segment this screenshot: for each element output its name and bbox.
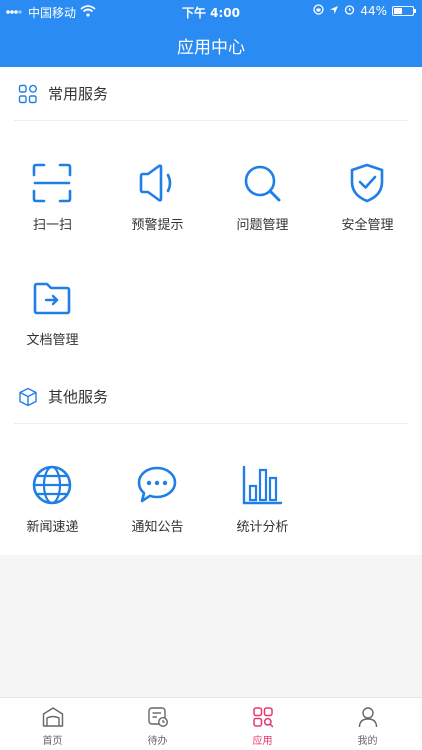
app-label: 问题管理 xyxy=(236,218,289,233)
app-security[interactable]: 安全管理 xyxy=(315,162,420,272)
app-label: 预警提示 xyxy=(131,218,184,233)
apps-icon xyxy=(253,707,274,728)
status-bar: 中国移动 下午 4:00 44% xyxy=(0,0,422,22)
cube-icon xyxy=(19,387,37,407)
tab-label: 待办 xyxy=(147,736,168,747)
battery-icon xyxy=(392,6,416,16)
app-issues[interactable]: 问题管理 xyxy=(210,162,315,272)
bottom-tab-bar: 首页 待办 应用 我的 xyxy=(0,697,422,750)
grid-icon xyxy=(18,84,37,104)
alarm-icon xyxy=(344,4,355,18)
app-alert[interactable]: 预警提示 xyxy=(105,162,210,272)
bar-chart-icon xyxy=(242,465,283,505)
battery-percent: 44% xyxy=(360,4,387,18)
app-header: 中国移动 下午 4:00 44% 应用中心 xyxy=(0,0,422,67)
tab-label: 我的 xyxy=(357,736,378,747)
app-label: 安全管理 xyxy=(341,218,394,233)
app-label: 扫一扫 xyxy=(32,218,72,233)
app-label: 新闻速递 xyxy=(26,520,79,535)
app-center-content: 常用服务 扫一扫 预警提示 问题管理 安全管理 文档管理 其他服务 新闻速递 通… xyxy=(0,67,422,555)
scan-icon xyxy=(32,163,72,203)
tab-home[interactable]: 首页 xyxy=(0,698,105,750)
app-news[interactable]: 新闻速递 xyxy=(0,464,105,574)
app-label: 统计分析 xyxy=(236,520,289,535)
app-scan[interactable]: 扫一扫 xyxy=(0,162,105,272)
user-icon xyxy=(358,707,378,728)
speaker-icon xyxy=(139,164,172,202)
tab-todo[interactable]: 待办 xyxy=(105,698,210,750)
app-label: 文档管理 xyxy=(26,333,79,348)
home-icon xyxy=(42,707,64,727)
app-notice[interactable]: 通知公告 xyxy=(105,464,210,574)
tab-label: 应用 xyxy=(252,736,273,747)
chat-icon xyxy=(137,466,177,503)
todo-icon xyxy=(148,707,169,728)
app-label: 通知公告 xyxy=(131,520,184,535)
app-statistics[interactable]: 统计分析 xyxy=(210,464,315,574)
tab-label: 首页 xyxy=(42,736,63,747)
tab-apps[interactable]: 应用 xyxy=(210,698,315,750)
location-icon xyxy=(329,4,339,18)
section-header-common: 常用服务 xyxy=(0,67,422,121)
section-title: 常用服务 xyxy=(48,85,109,103)
search-icon xyxy=(244,165,281,202)
section-header-other: 其他服务 xyxy=(0,370,422,424)
page-title: 应用中心 xyxy=(177,38,245,58)
section-title: 其他服务 xyxy=(48,388,109,406)
shield-icon xyxy=(350,163,384,203)
folder-icon xyxy=(33,282,71,315)
lock-rotation-icon xyxy=(313,4,324,18)
globe-icon xyxy=(32,465,72,505)
tab-profile[interactable]: 我的 xyxy=(315,698,420,750)
